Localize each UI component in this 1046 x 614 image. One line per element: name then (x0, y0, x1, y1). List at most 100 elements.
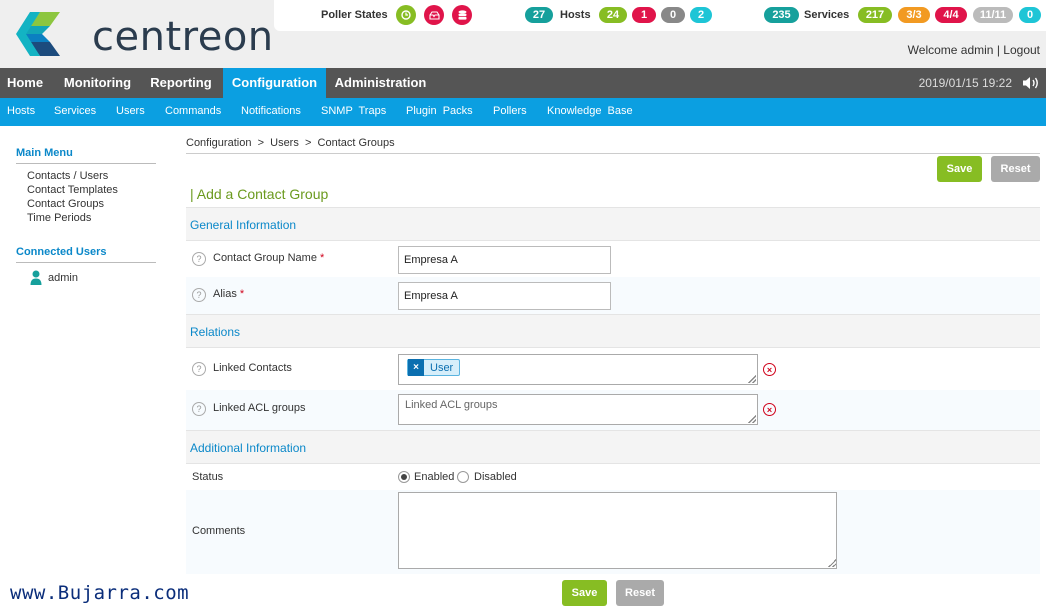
subnav-commands[interactable]: Commands (165, 105, 221, 117)
alias-input[interactable]: Empresa A (398, 282, 611, 310)
main-nav: Home Monitoring Reporting Configuration … (0, 68, 1046, 98)
help-icon[interactable]: ? (192, 252, 206, 266)
status-bar: Poller States 27 Hosts 24 1 0 2 235 Serv… (274, 0, 1046, 31)
services-critical-badge[interactable]: 4/4 (935, 7, 967, 23)
linked-contacts-select[interactable]: × User (398, 354, 758, 385)
chip-label: User (430, 361, 454, 374)
form-title: | Add a Contact Group (190, 186, 329, 202)
services-ok-badge[interactable]: 217 (858, 7, 892, 23)
subnav-hosts[interactable]: Hosts (7, 105, 35, 117)
linked-contact-chip: × User (407, 359, 461, 376)
speaker-icon[interactable] (1022, 76, 1040, 90)
header: centreon Poller States 27 Hosts 24 1 0 2… (0, 0, 1046, 68)
nav-administration[interactable]: Administration (330, 68, 431, 98)
section-title: General Information (190, 218, 297, 232)
database-icon[interactable] (452, 5, 472, 25)
subnav-services[interactable]: Services (54, 105, 96, 117)
sidebar-link-contact-groups[interactable]: Contact Groups (27, 198, 104, 210)
help-icon[interactable]: ? (192, 402, 206, 416)
section-title: Additional Information (190, 441, 307, 455)
section-additional-information: Additional Information (186, 430, 1040, 464)
breadcrumb-separator: > (304, 137, 312, 149)
user-icon (30, 270, 42, 285)
breadcrumb-contact-groups[interactable]: Contact Groups (318, 137, 395, 149)
hosts-label: Hosts (560, 9, 591, 21)
status-enabled-label[interactable]: Enabled (414, 471, 454, 483)
comments-label: Comments (192, 525, 246, 537)
resize-handle[interactable] (748, 375, 756, 383)
chip-remove-icon[interactable]: × (408, 359, 424, 376)
main-menu-title: Main Menu (16, 147, 156, 164)
breadcrumb-users[interactable]: Users (270, 137, 299, 149)
datetime: 2019/01/15 19:22 (918, 76, 1012, 90)
subnav-plugin-packs[interactable]: Plugin Packs (406, 105, 473, 117)
row-status: Status Enabled Disabled (186, 464, 1040, 490)
services-unknown-badge[interactable]: 11/11 (973, 7, 1013, 23)
sidebar-link-time-periods[interactable]: Time Periods (27, 212, 91, 224)
user-area: Welcome admin | Logout (908, 43, 1040, 57)
brand-name: centreon (92, 14, 274, 60)
services-warning-badge[interactable]: 3/3 (898, 7, 930, 23)
row-alias: ? Alias * Empresa A (186, 277, 1040, 314)
linked-acl-groups-label: Linked ACL groups (213, 402, 306, 414)
sidebar-link-contacts-users[interactable]: Contacts / Users (27, 170, 108, 182)
section-title: Relations (190, 325, 241, 339)
hosts-total-badge[interactable]: 27 (525, 7, 553, 23)
linked-acl-groups-placeholder: Linked ACL groups (405, 399, 498, 411)
breadcrumb-separator: > (257, 137, 264, 149)
row-contact-group-name: ? Contact Group Name * Empresa A (186, 241, 1040, 277)
poller-states-label: Poller States (321, 9, 388, 21)
row-comments: Comments (186, 490, 1040, 574)
save-button-top[interactable]: Save (937, 156, 982, 182)
watermark: www.Bujarra.com (10, 582, 190, 604)
nav-reporting[interactable]: Reporting (143, 68, 219, 98)
connected-users-title: Connected Users (16, 246, 156, 263)
row-linked-acl-groups: ? Linked ACL groups Linked ACL groups × (186, 390, 1040, 430)
logout-link[interactable]: Logout (1003, 43, 1040, 57)
user-separator: | (996, 43, 1000, 57)
services-total-badge[interactable]: 235 (764, 7, 799, 23)
subnav-pollers[interactable]: Pollers (493, 105, 527, 117)
status-enabled-radio[interactable] (398, 471, 410, 483)
subnav-snmp-traps[interactable]: SNMP Traps (321, 105, 386, 117)
connected-user-name[interactable]: admin (48, 272, 78, 284)
hosts-pending-badge[interactable]: 2 (690, 7, 712, 23)
save-button-bottom[interactable]: Save (562, 580, 607, 606)
hosts-up-badge[interactable]: 24 (599, 7, 627, 23)
clock-icon[interactable] (396, 5, 416, 25)
row-linked-contacts: ? Linked Contacts × User × (186, 348, 1040, 390)
breadcrumb-configuration[interactable]: Configuration (186, 137, 251, 149)
centreon-logo[interactable]: centreon (14, 10, 274, 60)
nav-monitoring[interactable]: Monitoring (56, 68, 139, 98)
alias-label: Alias * (213, 288, 245, 300)
status-disabled-radio[interactable] (457, 471, 469, 483)
services-pending-badge[interactable]: 0 (1019, 7, 1041, 23)
subnav-knowledge-base[interactable]: Knowledge Base (547, 105, 633, 117)
comments-textarea[interactable] (398, 492, 837, 569)
subnav-users[interactable]: Users (116, 105, 145, 117)
clear-linked-contacts-icon[interactable]: × (763, 363, 776, 376)
sidebar-link-contact-templates[interactable]: Contact Templates (27, 184, 118, 196)
services-label: Services (804, 9, 850, 21)
help-icon[interactable]: ? (192, 288, 206, 302)
contact-group-name-label: Contact Group Name * (213, 252, 325, 264)
inbox-icon[interactable] (424, 5, 444, 25)
reset-button-top[interactable]: Reset (991, 156, 1040, 182)
resize-handle[interactable] (828, 559, 836, 567)
section-relations: Relations (186, 314, 1040, 348)
nav-configuration[interactable]: Configuration (223, 68, 326, 98)
status-disabled-label[interactable]: Disabled (474, 471, 517, 483)
resize-handle[interactable] (748, 415, 756, 423)
reset-button-bottom[interactable]: Reset (616, 580, 664, 606)
nav-home[interactable]: Home (0, 68, 50, 98)
contact-group-name-input[interactable]: Empresa A (398, 246, 611, 274)
hosts-unreachable-badge[interactable]: 0 (661, 7, 685, 23)
breadcrumb: Configuration > Users > Contact Groups (186, 137, 1040, 154)
help-icon[interactable]: ? (192, 362, 206, 376)
clear-linked-acl-groups-icon[interactable]: × (763, 403, 776, 416)
status-label: Status (192, 471, 224, 483)
subnav-notifications[interactable]: Notifications (241, 105, 301, 117)
linked-acl-groups-select[interactable]: Linked ACL groups (398, 394, 758, 425)
section-general-information: General Information (186, 207, 1040, 241)
hosts-down-badge[interactable]: 1 (632, 7, 656, 23)
